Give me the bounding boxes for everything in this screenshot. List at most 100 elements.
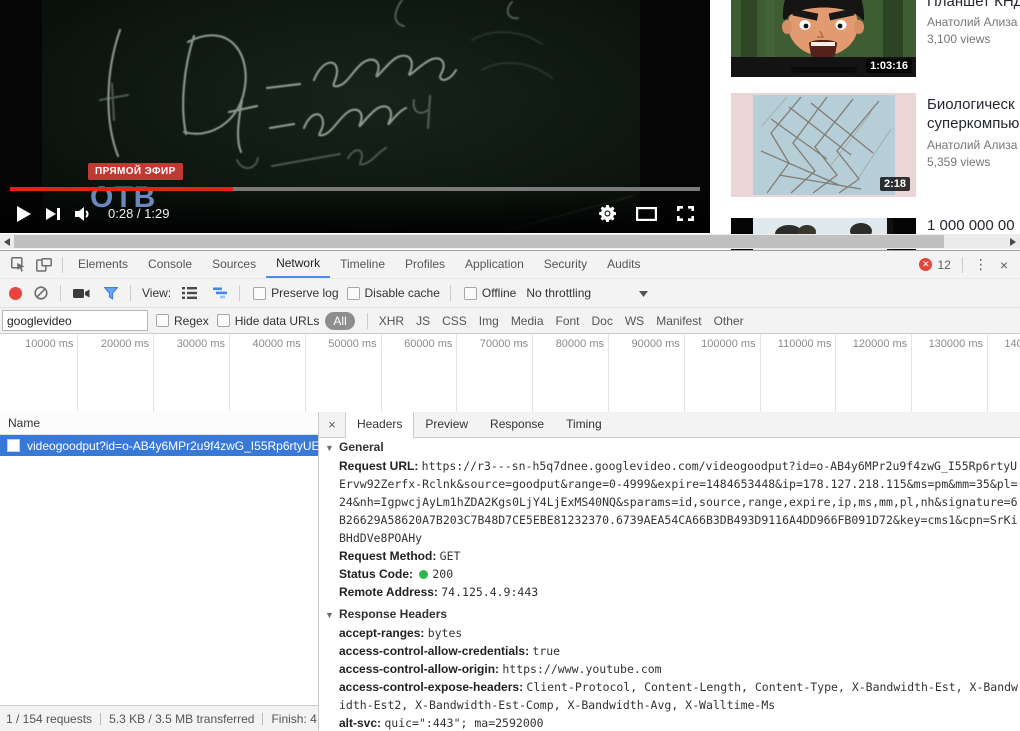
general-section-header[interactable]: ▼ General: [325, 438, 1018, 457]
name-column-header[interactable]: Name: [0, 412, 318, 435]
play-icon[interactable]: [16, 205, 32, 223]
details-tab-response[interactable]: Response: [479, 412, 555, 437]
status-ok-icon: [419, 570, 429, 579]
filter-types: XHR JS CSS Img Media Font Doc WS Manifest Other: [373, 314, 750, 328]
theater-mode-icon[interactable]: [636, 206, 657, 221]
overview-waterfall-icon[interactable]: [211, 287, 228, 299]
divider: [62, 256, 63, 273]
view-count: 5,359 views: [927, 155, 991, 169]
header-row: access-control-expose-headers: Client-Pr…: [339, 680, 1018, 712]
divider: [366, 312, 368, 329]
error-count[interactable]: 12: [937, 258, 950, 272]
timeline-tick-label: 50000 ms: [328, 338, 377, 350]
inspect-element-icon[interactable]: [5, 252, 31, 278]
divider: [262, 712, 264, 725]
tab-console[interactable]: Console: [138, 252, 202, 277]
horizontal-scrollbar[interactable]: [0, 234, 1020, 249]
preserve-log-checkbox[interactable]: [253, 286, 267, 300]
scroll-left-icon[interactable]: [0, 234, 14, 249]
error-badge-icon[interactable]: ✕: [919, 258, 933, 271]
record-button[interactable]: [9, 286, 22, 300]
details-tab-preview[interactable]: Preview: [414, 412, 479, 437]
filter-type-js[interactable]: JS: [416, 314, 430, 328]
tab-audits[interactable]: Audits: [597, 252, 650, 277]
hide-data-urls-label[interactable]: Hide data URLs: [235, 314, 320, 328]
network-filter-row: Regex Hide data URLs All XHR JS CSS Img Medi…: [0, 307, 1020, 334]
regex-label[interactable]: Regex: [174, 314, 209, 328]
timeline-tick-label: 40000 ms: [252, 338, 301, 350]
video-info: 1 000 000 00: [927, 216, 1020, 235]
headers-body[interactable]: ▼ General Request URL: https://r3---sn-h5…: [319, 438, 1020, 731]
finish-time: Finish: 4...: [271, 711, 318, 726]
tab-profiles[interactable]: Profiles: [395, 252, 455, 277]
kebab-menu-icon[interactable]: ⋮: [968, 256, 994, 273]
network-overview-timeline[interactable]: 10000 ms 20000 ms 30000 ms 40000 ms 50000 ms…: [0, 334, 1020, 414]
preserve-log-label[interactable]: Preserve log: [271, 286, 338, 300]
channel-name[interactable]: Анатолий Ализа: [927, 138, 1020, 152]
chevron-down-icon[interactable]: [639, 286, 649, 300]
offline-label[interactable]: Offline: [482, 286, 516, 300]
tab-timeline[interactable]: Timeline: [330, 252, 395, 277]
list-view-icon[interactable]: [182, 287, 198, 299]
device-toolbar-icon[interactable]: [31, 252, 57, 278]
tab-sources[interactable]: Sources: [202, 252, 266, 277]
hide-data-urls-checkbox[interactable]: [216, 314, 230, 327]
regex-checkbox[interactable]: [156, 314, 169, 327]
divider: [449, 285, 451, 301]
close-devtools-icon[interactable]: ×: [994, 257, 1014, 273]
video-thumbnail[interactable]: 2:18: [731, 93, 916, 197]
filter-type-css[interactable]: CSS: [442, 314, 467, 328]
fullscreen-icon[interactable]: [677, 206, 694, 221]
throttling-select[interactable]: No throttling: [526, 286, 591, 300]
response-headers-section-title: Response Headers: [339, 607, 448, 621]
request-row-selected[interactable]: videogoodput?id=o-AB4y6MPr2u9f4zwG_I55Rp…: [0, 435, 318, 456]
capture-screenshots-icon[interactable]: [73, 288, 90, 299]
filter-type-doc[interactable]: Doc: [592, 314, 613, 328]
settings-gear-icon[interactable]: [599, 205, 616, 222]
video-title-line1[interactable]: Биологическ: [927, 95, 1020, 114]
disable-cache-checkbox[interactable]: [346, 286, 360, 300]
video-title[interactable]: Планшет КНД: [927, 0, 1020, 11]
volume-icon[interactable]: [75, 206, 92, 221]
details-tab-timing[interactable]: Timing: [555, 412, 613, 437]
scroll-right-icon[interactable]: [1006, 234, 1020, 249]
tab-elements[interactable]: Elements: [68, 252, 138, 277]
filter-icon[interactable]: [104, 286, 118, 300]
triangle-down-icon: ▼: [325, 443, 334, 453]
channel-name[interactable]: Анатолий Ализа: [927, 15, 1020, 29]
divider: [961, 256, 963, 273]
video-title[interactable]: 1 000 000 00: [927, 216, 1020, 235]
video-info: Биологическ суперкомпью Анатолий Ализа 5…: [927, 95, 1020, 169]
timeline-tick-label: 30000 ms: [176, 338, 225, 350]
video-title-line2[interactable]: суперкомпью: [927, 114, 1020, 133]
triangle-down-icon: ▼: [325, 610, 334, 620]
tab-network[interactable]: Network: [266, 251, 331, 278]
details-tab-headers[interactable]: Headers: [345, 412, 415, 438]
response-headers-section-header[interactable]: ▼ Response Headers: [325, 605, 1018, 624]
filter-type-media[interactable]: Media: [511, 314, 544, 328]
disable-cache-label[interactable]: Disable cache: [365, 286, 440, 300]
filter-type-img[interactable]: Img: [479, 314, 499, 328]
devtools-tabbar: Elements Console Sources Network Timeline Pro…: [0, 251, 1020, 278]
video-thumbnail[interactable]: 1:03:16: [731, 0, 916, 77]
tab-security[interactable]: Security: [534, 252, 597, 277]
header-row: Request URL: https://r3---sn-h5q7dnee.go…: [339, 459, 1018, 545]
close-details-icon[interactable]: ×: [319, 412, 345, 437]
filter-type-ws[interactable]: WS: [625, 314, 644, 328]
clear-icon[interactable]: [34, 286, 48, 300]
progress-bar[interactable]: [10, 187, 700, 191]
filter-type-xhr[interactable]: XHR: [379, 314, 404, 328]
general-rows: Request URL: https://r3---sn-h5q7dnee.go…: [339, 457, 1018, 601]
tab-application[interactable]: Application: [455, 252, 534, 277]
filter-type-all[interactable]: All: [325, 311, 355, 330]
player-controls: 0:28 / 1:29: [0, 194, 710, 233]
filter-type-font[interactable]: Font: [556, 314, 580, 328]
video-player[interactable]: ПРЯМОЙ ЭФИР ОТВ 0:28 / 1:29: [0, 0, 710, 233]
network-status-bar: 1 / 154 requests 5.3 KB / 3.5 MB transfe…: [0, 705, 318, 731]
scrollbar-thumb[interactable]: [14, 235, 944, 248]
offline-checkbox[interactable]: [463, 286, 477, 300]
next-icon[interactable]: [46, 207, 61, 221]
filter-type-other[interactable]: Other: [714, 314, 744, 328]
filter-type-manifest[interactable]: Manifest: [656, 314, 701, 328]
filter-input[interactable]: [2, 310, 148, 331]
